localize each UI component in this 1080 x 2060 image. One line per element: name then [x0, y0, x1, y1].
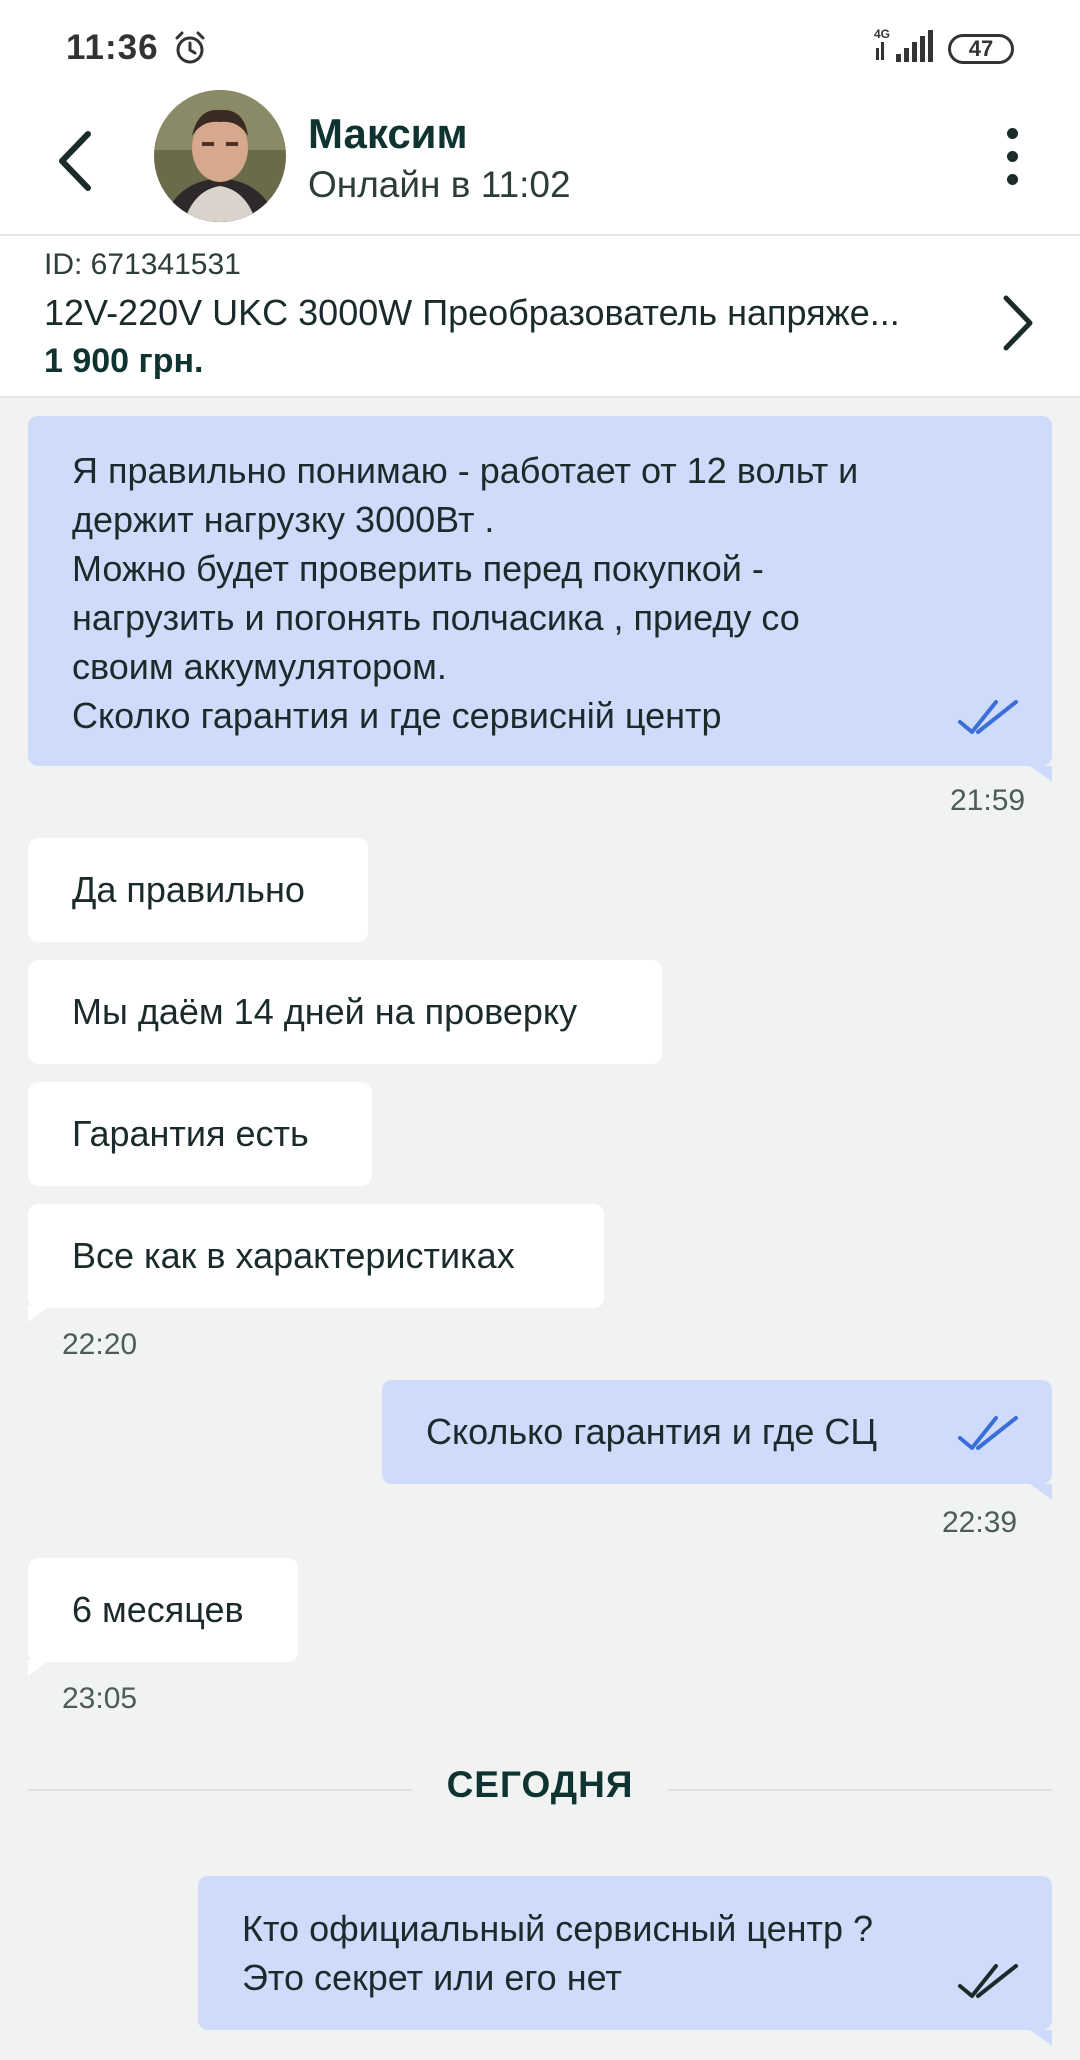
- message-time: 22:39: [942, 1506, 1018, 1539]
- back-arrow-icon[interactable]: [46, 126, 106, 196]
- product-card[interactable]: ID: 671341531 12V-220V UKC 3000W Преобра…: [0, 234, 1080, 398]
- bubble-tail: [1030, 1484, 1052, 1500]
- avatar[interactable]: [154, 90, 286, 222]
- message-line: Сколко гарантия и где сервисній центр: [72, 695, 722, 736]
- contact-name[interactable]: Максим: [308, 110, 468, 158]
- message-text: Да правильно: [72, 869, 305, 910]
- more-options-icon[interactable]: [990, 128, 1034, 194]
- message-text: Сколько гарантия и где СЦ: [426, 1411, 877, 1452]
- product-title: 12V-220V UKC 3000W Преобразователь напря…: [44, 292, 900, 333]
- status-time: 11:36: [66, 28, 159, 67]
- message-time: 21:59: [950, 784, 1026, 817]
- read-ticks-icon: [958, 700, 1018, 734]
- message-line: держит нагрузку 3000Вт .: [72, 499, 495, 540]
- message-text: Мы даём 14 дней на проверку: [72, 991, 578, 1032]
- message-line: Я правильно понимаю - работает от 12 вол…: [72, 450, 859, 491]
- product-price: 1 900 грн.: [44, 342, 204, 380]
- message-line: нагрузить и погонять полчасика , приеду …: [72, 597, 800, 638]
- status-bar: 11:36 4G 47: [0, 0, 1080, 90]
- message-outgoing[interactable]: Сколько гарантия и где СЦ: [382, 1380, 1052, 1484]
- message-incoming[interactable]: 6 месяцев: [28, 1558, 298, 1662]
- battery-indicator: 47: [948, 34, 1014, 64]
- chevron-right-icon[interactable]: [996, 292, 1040, 354]
- bubble-tail: [1030, 766, 1052, 782]
- message-line: своим аккумулятором.: [72, 646, 447, 687]
- message-outgoing[interactable]: Я правильно понимаю - работает от 12 вол…: [28, 416, 1052, 766]
- message-incoming[interactable]: Все как в характеристиках: [28, 1204, 604, 1308]
- message-incoming[interactable]: Да правильно: [28, 838, 368, 942]
- day-separator-label: СЕГОДНЯ: [446, 1764, 634, 1805]
- day-separator: СЕГОДНЯ: [28, 1764, 1052, 1814]
- read-ticks-icon: [958, 1964, 1018, 1998]
- alarm-icon: [175, 31, 205, 64]
- message-line: Это секрет или его нет: [242, 1957, 622, 1998]
- read-ticks-icon: [958, 1416, 1018, 1450]
- bubble-tail: [28, 1306, 50, 1322]
- message-incoming[interactable]: Мы даём 14 дней на проверку: [28, 960, 662, 1064]
- message-time: 23:05: [62, 1682, 138, 1715]
- message-incoming[interactable]: Гарантия есть: [28, 1082, 372, 1186]
- bubble-tail: [1030, 2030, 1052, 2046]
- message-line: Кто официальный сервисный центр ?: [242, 1908, 874, 1949]
- message-text: Все как в характеристиках: [72, 1235, 515, 1276]
- message-outgoing[interactable]: Кто официальный сервисный центр ? Это се…: [198, 1876, 1052, 2030]
- message-text: 6 месяцев: [72, 1589, 244, 1630]
- signal-icon: 4G: [874, 27, 933, 62]
- chat-header: Максим Онлайн в 11:02: [0, 90, 1080, 234]
- online-status: Онлайн в 11:02: [308, 164, 571, 205]
- bubble-tail: [28, 1660, 50, 1676]
- message-line: Можно будет проверить перед покупкой -: [72, 548, 764, 589]
- message-time: 22:20: [62, 1328, 138, 1361]
- product-id: ID: 671341531: [44, 248, 241, 281]
- network-label: 4G: [874, 27, 890, 41]
- message-text: Гарантия есть: [72, 1113, 309, 1154]
